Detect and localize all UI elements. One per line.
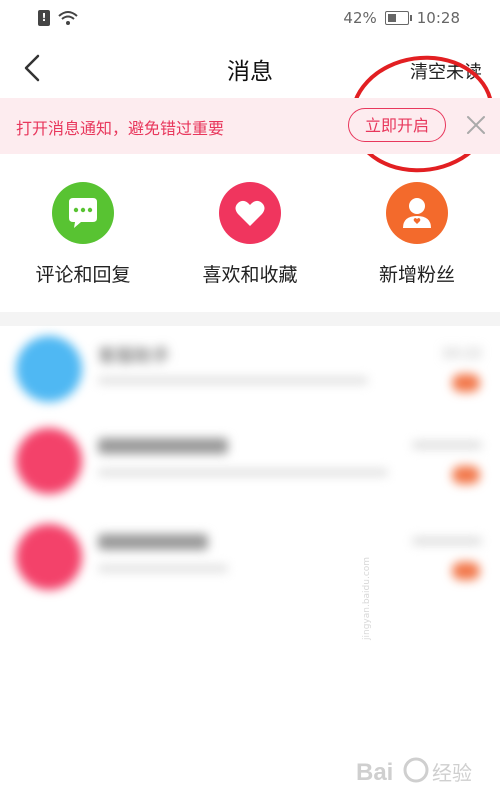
clock: 10:28 [416,9,460,27]
list-item[interactable] [0,418,500,508]
sim-alert-icon [38,10,50,26]
avatar [16,336,82,402]
message-preview [98,466,388,481]
category-label: 评论和回复 [35,264,131,286]
category-label: 新增粉丝 [378,264,455,286]
message-preview [98,562,228,577]
unread-badge [452,374,480,392]
message-title [98,434,228,461]
title-bar: 消息 清空未读 [0,38,500,182]
wifi-icon [58,11,78,25]
message-title [98,530,208,557]
category-shortcuts: 评论和回复 喜欢和收藏 新增粉丝 [0,182,500,292]
svg-text:经验: 经验 [432,761,472,785]
message-title: 客服助手 [98,346,170,367]
svg-text:Bai: Bai [356,759,393,786]
enable-notifications-button[interactable]: 立即开启 [348,108,446,142]
avatar [16,428,82,494]
baidu-jingyan-watermark: Bai 经验 [356,752,486,792]
unread-badge [452,466,480,484]
battery-icon [384,11,412,25]
category-new-fans[interactable]: 新增粉丝 [342,182,492,287]
watermark-url: jingyan.baidu.com [362,556,372,640]
status-bar: 42% 10:28 [0,0,500,38]
category-label: 喜欢和收藏 [202,264,298,286]
comment-icon [52,182,114,244]
category-comments[interactable]: 评论和回复 [8,182,158,287]
message-time [412,534,482,552]
notification-banner-text: 打开消息通知，避免错过重要 [16,119,225,138]
category-likes[interactable]: 喜欢和收藏 [175,182,325,287]
message-time [412,438,482,456]
user-icon [386,182,448,244]
message-time: 10:22 [441,346,482,362]
close-icon [467,116,485,134]
avatar [16,524,82,590]
message-list: 客服助手 10:22 [0,326,500,626]
notification-banner: 打开消息通知，避免错过重要 立即开启 [0,98,500,154]
message-preview [98,374,368,389]
unread-badge [452,562,480,580]
section-divider [0,312,500,326]
list-item[interactable] [0,514,500,604]
list-item[interactable]: 客服助手 10:22 [0,326,500,416]
battery-percent: 42% [343,9,377,27]
close-banner-button[interactable] [464,112,488,138]
clear-unread-button[interactable]: 清空未读 [410,58,482,84]
heart-icon [219,182,281,244]
